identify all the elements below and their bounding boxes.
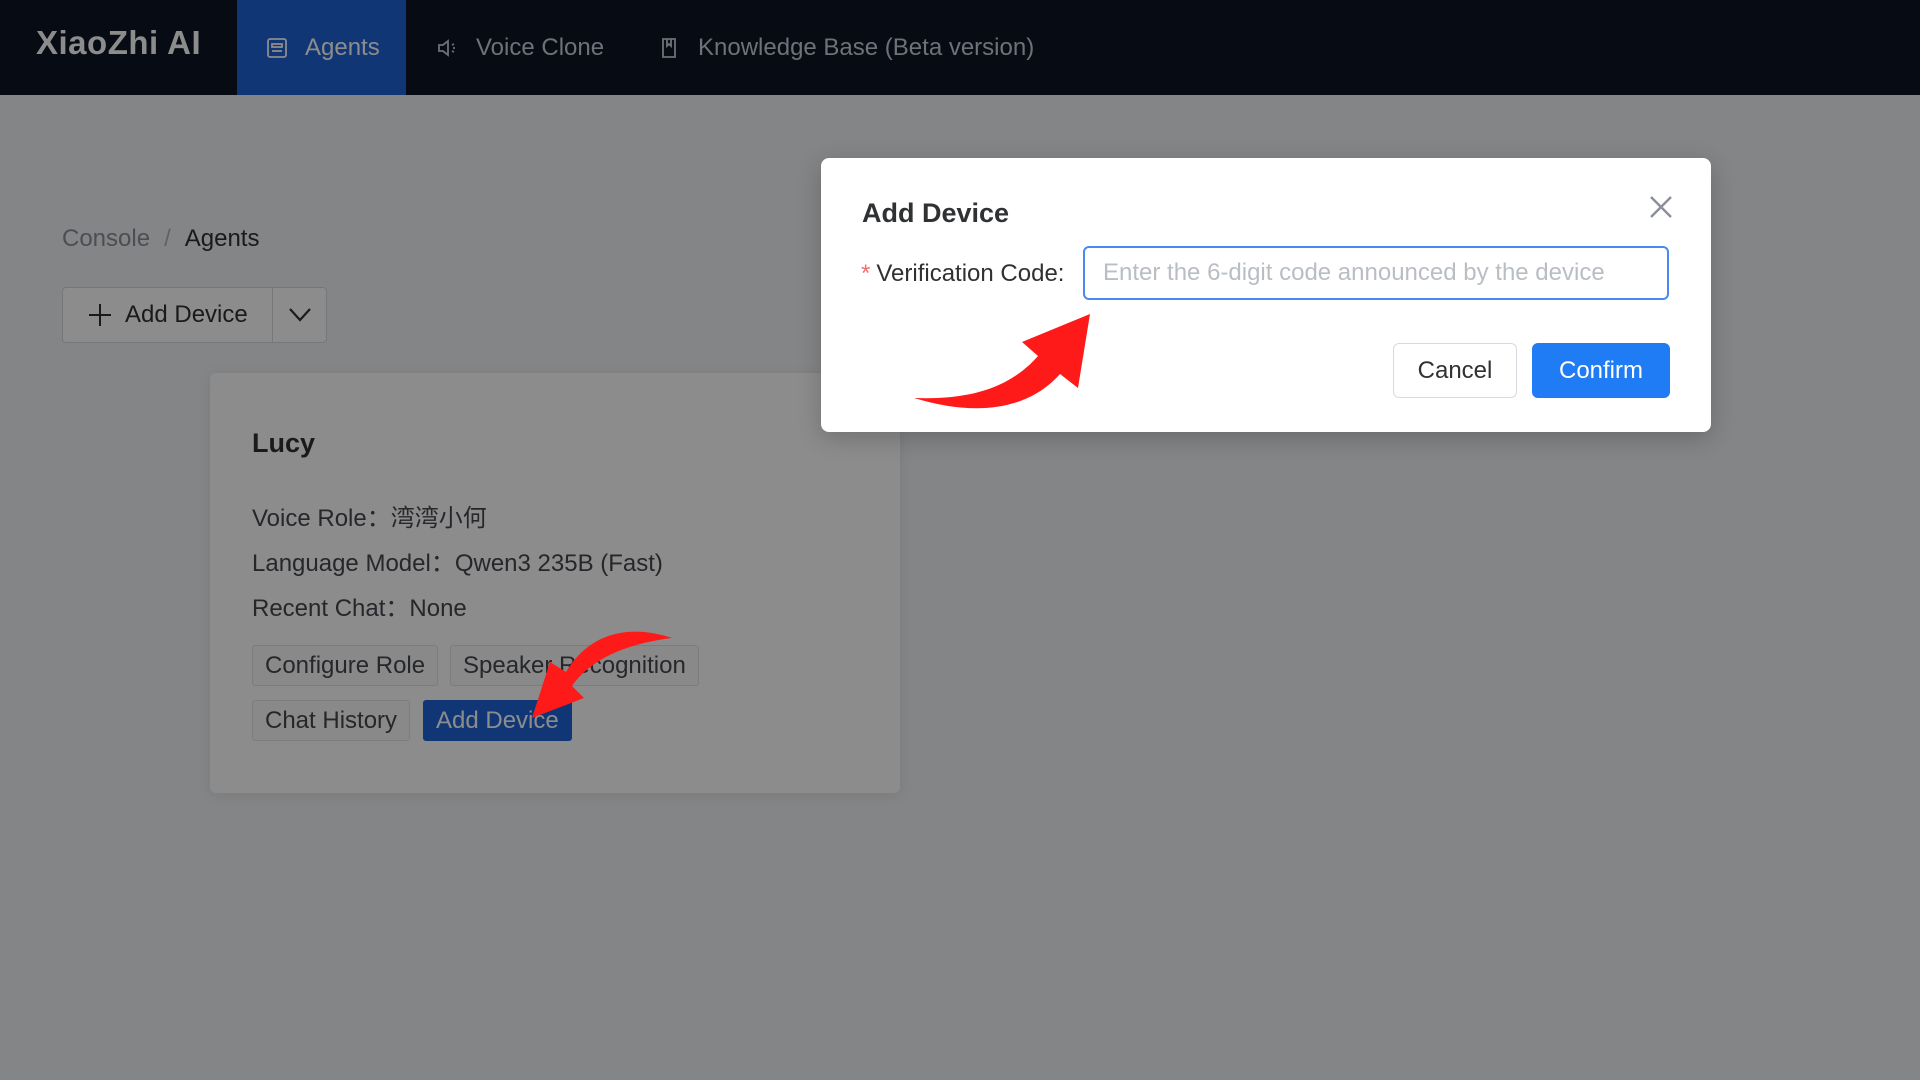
confirm-button[interactable]: Confirm [1532,343,1670,398]
required-mark: * [861,260,871,287]
cancel-button[interactable]: Cancel [1393,343,1517,398]
verification-code-label: * Verification Code: [861,260,1064,288]
verification-code-input[interactable] [1083,246,1669,300]
dialog-title: Add Device [862,198,1010,228]
annotation-arrow-dialog [914,314,1090,409]
verification-code-label-text: Verification Code: [876,260,1065,287]
annotation-arrow-card [532,631,672,718]
close-icon[interactable] [1646,192,1676,222]
